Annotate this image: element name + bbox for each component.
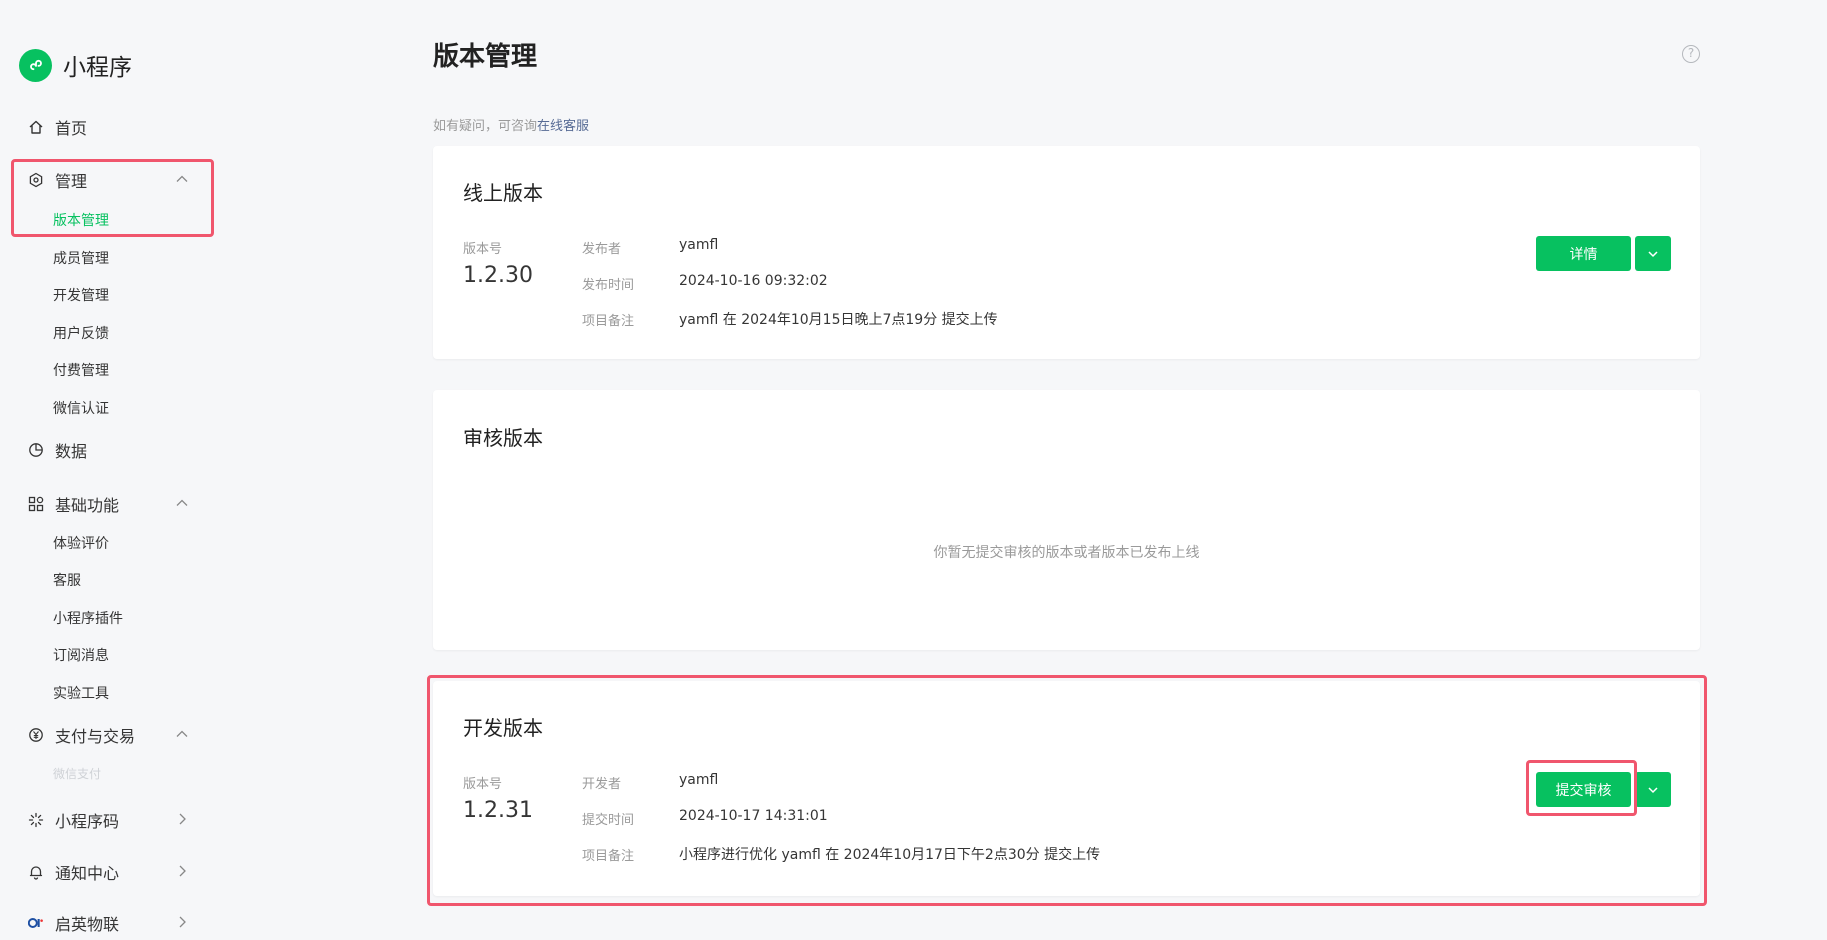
sidebar-item-paid-manage[interactable]: 付费管理: [53, 360, 109, 380]
nav-notify[interactable]: 通知中心: [28, 860, 119, 884]
online-publisher-value: yamfl: [679, 237, 719, 253]
help-icon[interactable]: ?: [1682, 45, 1700, 63]
help-hint: 如有疑问，可咨询在线客服: [433, 115, 589, 134]
chevron-right-icon[interactable]: [175, 914, 189, 928]
nav-qiying[interactable]: 启英物联: [28, 911, 119, 935]
sidebar-item-subscribe-msg[interactable]: 订阅消息: [53, 645, 109, 665]
dev-note-value: 小程序进行优化 yamfl 在 2024年10月17日下午2点30分 提交上传: [679, 847, 1101, 863]
online-version-card: 线上版本 版本号 1.2.30 发布者 yamfl 发布时间 2024-10-1…: [433, 146, 1700, 359]
dev-version-label: 版本号: [463, 777, 503, 792]
yen-circle-icon: [28, 727, 44, 743]
sidebar-item-customer-service[interactable]: 客服: [53, 570, 81, 590]
nav-qrcode[interactable]: 小程序码: [28, 808, 119, 832]
sidebar-item-lab-tools[interactable]: 实验工具: [53, 683, 109, 703]
pie-chart-icon: [28, 442, 44, 458]
sidebar-item-experience[interactable]: 体验评价: [53, 533, 109, 553]
review-version-title: 审核版本: [463, 426, 543, 450]
chevron-down-icon: [1648, 786, 1658, 793]
nav-pay[interactable]: 支付与交易: [28, 723, 135, 747]
online-note-value: yamfl 在 2024年10月15日晚上7点19分 提交上传: [679, 312, 998, 328]
nav-qiying-label: 启英物联: [55, 915, 120, 934]
sidebar-item-wechat-verify[interactable]: 微信认证: [53, 398, 109, 418]
sidebar-item-plugins[interactable]: 小程序插件: [53, 608, 123, 628]
sidebar-item-dev-manage[interactable]: 开发管理: [53, 285, 109, 305]
grid-apps-icon: [28, 496, 44, 512]
qiying-logo-icon: [28, 915, 44, 931]
dev-note-key: 项目备注: [582, 849, 635, 864]
online-service-link[interactable]: 在线客服: [537, 119, 589, 134]
dev-developer-key: 开发者: [582, 777, 622, 792]
chevron-right-icon[interactable]: [175, 811, 189, 825]
dev-version-title: 开发版本: [463, 716, 543, 740]
sidebar-item-wechat-pay[interactable]: 微信支付: [53, 765, 101, 782]
nav-home[interactable]: 首页: [28, 115, 87, 139]
dev-time-key: 提交时间: [582, 813, 635, 828]
online-version-label: 版本号: [463, 242, 503, 257]
miniprogram-code-icon: [28, 812, 44, 828]
detail-button[interactable]: 详情: [1536, 236, 1631, 271]
brand[interactable]: 小程序: [19, 48, 132, 82]
chevron-up-icon[interactable]: [175, 726, 189, 740]
nav-basic-label: 基础功能: [55, 496, 120, 515]
help-hint-text: 如有疑问，可咨询: [433, 119, 538, 134]
nav-home-label: 首页: [55, 119, 88, 138]
chevron-right-icon[interactable]: [175, 863, 189, 877]
dev-version-card: 开发版本 版本号 1.2.31 开发者 yamfl 提交时间 2024-10-1…: [433, 681, 1700, 896]
nav-basic[interactable]: 基础功能: [28, 492, 119, 516]
online-time-value: 2024-10-16 09:32:02: [679, 273, 828, 289]
sidebar-item-version-manage[interactable]: 版本管理: [53, 210, 109, 230]
sidebar-item-user-feedback[interactable]: 用户反馈: [53, 323, 109, 343]
home-icon: [28, 119, 44, 135]
review-empty-text: 你暂无提交审核的版本或者版本已发布上线: [933, 545, 1200, 561]
nav-data[interactable]: 数据: [28, 438, 87, 462]
chevron-up-icon[interactable]: [175, 495, 189, 509]
nav-data-label: 数据: [55, 442, 88, 461]
online-version-title: 线上版本: [463, 181, 543, 205]
dev-developer-value: yamfl: [679, 772, 719, 788]
sidebar-item-member-manage[interactable]: 成员管理: [53, 248, 109, 268]
nav-manage[interactable]: 管理: [28, 168, 87, 192]
chevron-down-icon: [1648, 250, 1658, 257]
online-version-number: 1.2.30: [463, 263, 533, 288]
nav-pay-label: 支付与交易: [55, 727, 136, 746]
online-time-key: 发布时间: [582, 278, 635, 293]
dev-version-number: 1.2.31: [463, 798, 533, 823]
nav-notify-label: 通知中心: [55, 864, 120, 883]
online-publisher-key: 发布者: [582, 242, 622, 257]
sidebar: 小程序 首页 管理 版本管理 成员管理 开发管理 用户反馈 付费管理 微信认证 …: [0, 0, 230, 940]
nav-manage-label: 管理: [55, 172, 88, 191]
review-version-card: 审核版本 你暂无提交审核的版本或者版本已发布上线: [433, 390, 1700, 650]
page-title: 版本管理: [433, 42, 538, 72]
dev-more-dropdown[interactable]: [1635, 772, 1671, 807]
hexagon-settings-icon: [28, 172, 44, 188]
online-note-key: 项目备注: [582, 314, 635, 329]
brand-name: 小程序: [63, 55, 132, 81]
online-more-dropdown[interactable]: [1635, 236, 1671, 271]
chevron-up-icon[interactable]: [175, 171, 189, 185]
bell-icon: [28, 864, 44, 880]
nav-qrcode-label: 小程序码: [55, 812, 120, 831]
dev-time-value: 2024-10-17 14:31:01: [679, 808, 828, 824]
submit-review-button[interactable]: 提交审核: [1536, 772, 1631, 807]
miniprogram-logo-icon: [19, 48, 52, 82]
